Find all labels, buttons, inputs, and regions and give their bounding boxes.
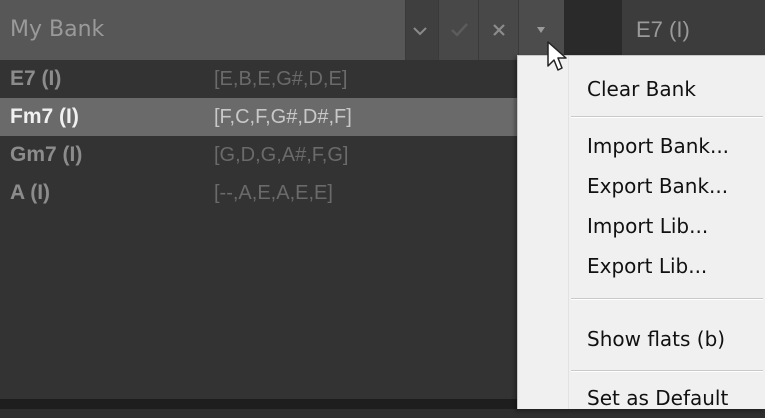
menu-item-set-as-default[interactable]: Set as Default	[569, 378, 765, 418]
menu-item-export-lib[interactable]: Export Lib...	[569, 246, 765, 286]
bank-selector[interactable]: My Bank	[0, 0, 406, 60]
menu-separator	[571, 298, 763, 300]
menu-item-show-flats[interactable]: Show flats (b)	[569, 319, 765, 359]
chord-notes: [F,C,F,G#,D#,F]	[214, 106, 352, 128]
confirm-button[interactable]	[438, 0, 480, 60]
chord-name: Gm7 (I)	[10, 143, 83, 166]
chord-list: E7 (I) [E,B,E,G#,D,E] Fm7 (I) [F,C,F,G#,…	[0, 60, 517, 399]
current-chord-display: E7 (I)	[622, 0, 765, 60]
check-icon	[451, 23, 468, 37]
chevron-down-icon[interactable]	[406, 0, 436, 60]
mouse-pointer-icon	[546, 40, 570, 76]
list-footer	[0, 399, 517, 409]
chord-notes: [G,D,G,A#,F,G]	[214, 144, 349, 166]
bank-name: My Bank	[10, 17, 105, 42]
menu-icon-gutter	[518, 56, 569, 409]
chord-name: A (I)	[10, 181, 51, 204]
menu-separator	[571, 116, 763, 118]
chord-row-selected[interactable]: Fm7 (I) [F,C,F,G#,D#,F]	[0, 98, 517, 136]
chord-row[interactable]: E7 (I) [E,B,E,G#,D,E]	[0, 60, 517, 98]
toolbar-spacer	[564, 0, 622, 60]
menu-separator	[571, 370, 763, 372]
cancel-button[interactable]	[478, 0, 520, 60]
current-chord-label: E7 (I)	[636, 17, 690, 42]
menu-item-import-bank[interactable]: Import Bank...	[569, 126, 765, 166]
chord-notes: [--,A,E,A,E,E]	[214, 182, 333, 204]
bank-toolbar: My Bank E7 (I)	[0, 0, 765, 60]
chord-name: E7 (I)	[10, 67, 62, 90]
menu-item-import-lib[interactable]: Import Lib...	[569, 206, 765, 246]
chord-row[interactable]: A (I) [--,A,E,A,E,E]	[0, 174, 517, 212]
chord-name: Fm7 (I)	[10, 105, 79, 128]
chord-notes: [E,B,E,G#,D,E]	[214, 68, 348, 90]
chord-row[interactable]: Gm7 (I) [G,D,G,A#,F,G]	[0, 136, 517, 174]
menu-item-export-bank[interactable]: Export Bank...	[569, 166, 765, 206]
close-icon	[493, 24, 505, 36]
bank-context-menu: Clear Bank Import Bank... Export Bank...…	[517, 55, 765, 410]
menu-item-clear-bank[interactable]: Clear Bank	[569, 69, 765, 109]
